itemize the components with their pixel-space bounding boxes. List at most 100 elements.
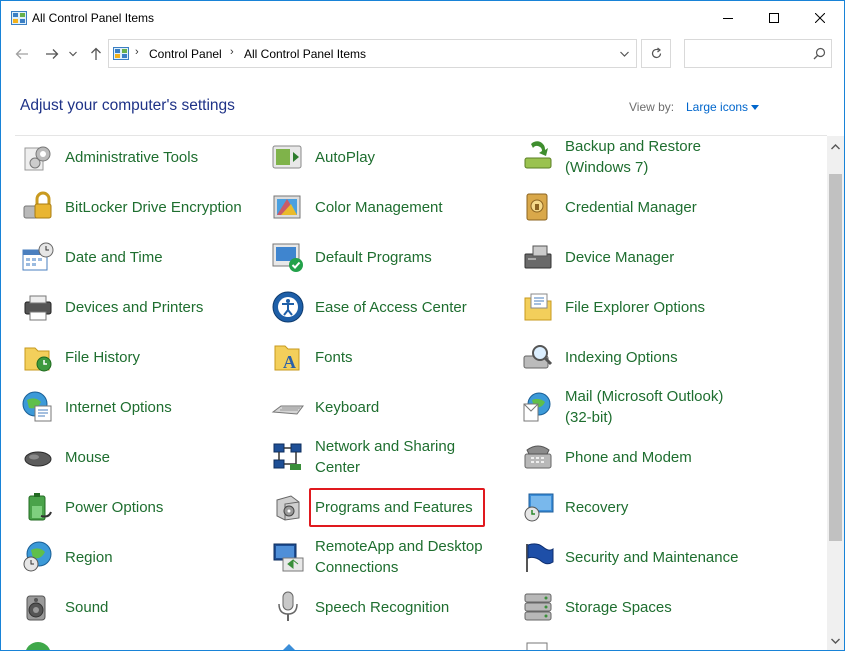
item-network-sharing[interactable]: Network and Sharing Center <box>271 432 500 482</box>
autoplay-icon <box>272 145 302 169</box>
control-panel-window: All Control Panel Items › Control Panel … <box>0 0 845 651</box>
item-label: Default Programs <box>315 248 432 266</box>
item-label: Network and Sharing Center <box>315 438 456 476</box>
item-administrative-tools[interactable]: Administrative Tools <box>21 136 198 182</box>
window-title: All Control Panel Items <box>32 11 155 25</box>
backup-restore-icon <box>524 141 552 169</box>
item-speech-recognition[interactable]: Speech Recognition <box>271 582 449 632</box>
item-color-management[interactable]: Color Management <box>271 182 443 232</box>
chevron-up-icon <box>831 143 840 149</box>
maximize-icon <box>769 13 779 23</box>
view-by-dropdown[interactable]: Large icons <box>686 100 748 114</box>
item-bitlocker[interactable]: BitLocker Drive Encryption <box>21 182 242 232</box>
item-fonts[interactable]: A Fonts <box>271 332 353 382</box>
item-label: Administrative Tools <box>65 148 199 166</box>
color-management-icon <box>273 195 301 219</box>
breadcrumb-separator-icon[interactable]: › <box>135 46 139 58</box>
file-explorer-options-icon <box>524 293 552 321</box>
maximize-button[interactable] <box>751 1 797 35</box>
item-recovery[interactable]: Recovery <box>521 482 628 532</box>
item-backup-restore[interactable]: Backup and Restore (Windows 7) <box>521 136 750 182</box>
scroll-thumb[interactable] <box>829 174 842 541</box>
sync-center-icon[interactable] <box>23 640 53 651</box>
item-security-maintenance[interactable]: Security and Maintenance <box>521 532 738 582</box>
item-region[interactable]: Region <box>21 532 113 582</box>
item-label: Device Manager <box>565 248 675 266</box>
up-button[interactable] <box>85 43 107 65</box>
network-sharing-icon <box>273 443 302 470</box>
breadcrumb-control-panel[interactable]: Control Panel <box>149 47 222 61</box>
item-label: Internet Options <box>65 398 172 416</box>
file-history-icon <box>24 347 52 372</box>
item-keyboard[interactable]: Keyboard <box>271 382 379 432</box>
item-devices-printers[interactable]: Devices and Printers <box>21 282 203 332</box>
item-credential-manager[interactable]: Credential Manager <box>521 182 697 232</box>
phone-modem-icon <box>524 445 552 469</box>
recovery-icon <box>524 493 554 522</box>
scroll-down-button[interactable] <box>827 632 844 649</box>
item-label: Color Management <box>315 198 443 216</box>
taskbar-navigation-icon[interactable] <box>523 641 551 651</box>
internet-options-icon <box>22 391 52 422</box>
item-autoplay[interactable]: AutoPlay <box>271 136 375 182</box>
item-label: Region <box>65 548 113 566</box>
default-programs-icon <box>272 243 303 272</box>
svg-text:A: A <box>283 352 296 372</box>
item-date-time[interactable]: Date and Time <box>21 232 163 282</box>
address-bar[interactable]: › Control Panel › All Control Panel Item… <box>108 39 637 68</box>
item-label: Backup and Restore (Windows 7) <box>565 138 701 176</box>
item-mail[interactable]: Mail (Microsoft Outlook) (32-bit) <box>521 382 750 432</box>
search-icon <box>813 47 826 60</box>
vertical-scrollbar[interactable] <box>827 136 844 650</box>
item-mouse[interactable]: Mouse <box>21 432 110 482</box>
item-device-manager[interactable]: Device Manager <box>521 232 674 282</box>
power-options-icon <box>28 493 52 521</box>
item-remoteapp[interactable]: RemoteApp and Desktop Connections <box>271 532 500 582</box>
item-label: Sound <box>65 598 109 616</box>
close-button[interactable] <box>797 1 843 35</box>
chevron-down-icon <box>831 638 840 644</box>
item-internet-options[interactable]: Internet Options <box>21 382 172 432</box>
breadcrumb-all-items[interactable]: All Control Panel Items <box>244 47 366 61</box>
sound-icon <box>26 595 46 621</box>
recent-locations-button[interactable] <box>65 43 81 65</box>
search-input[interactable] <box>684 39 832 68</box>
control-panel-items-grid: Administrative Tools AutoPlay Backup and… <box>1 136 827 651</box>
minimize-icon <box>723 18 733 19</box>
item-label: Power Options <box>65 498 164 516</box>
navigation-bar: › Control Panel › All Control Panel Item… <box>1 35 844 73</box>
refresh-button[interactable] <box>641 39 671 68</box>
page-title: Adjust your computer's settings <box>20 97 235 114</box>
item-indexing-options[interactable]: Indexing Options <box>521 332 678 382</box>
back-button[interactable] <box>11 43 33 65</box>
system-icon[interactable] <box>275 642 303 651</box>
item-sound[interactable]: Sound <box>21 582 108 632</box>
address-dropdown-button[interactable] <box>614 46 634 62</box>
item-label: Credential Manager <box>565 198 697 216</box>
indexing-options-icon <box>523 345 553 369</box>
item-file-history[interactable]: File History <box>21 332 140 382</box>
admin-tools-icon <box>24 146 51 171</box>
item-file-explorer-options[interactable]: File Explorer Options <box>521 282 705 332</box>
bitlocker-icon <box>23 191 52 219</box>
forward-button[interactable] <box>41 43 63 65</box>
programs-features-icon <box>276 495 300 521</box>
storage-spaces-icon <box>524 593 552 621</box>
mouse-icon <box>24 451 52 467</box>
scroll-up-button[interactable] <box>827 138 844 155</box>
item-ease-of-access[interactable]: Ease of Access Center <box>271 282 467 332</box>
devices-printers-icon <box>24 295 52 321</box>
speech-recognition-icon <box>278 591 298 621</box>
item-default-programs[interactable]: Default Programs <box>271 232 432 282</box>
item-power-options[interactable]: Power Options <box>21 482 163 532</box>
item-storage-spaces[interactable]: Storage Spaces <box>521 582 672 632</box>
item-label: BitLocker Drive Encryption <box>65 198 242 216</box>
close-icon <box>815 13 825 23</box>
minimize-button[interactable] <box>705 1 751 35</box>
title-bar[interactable]: All Control Panel Items <box>1 1 844 35</box>
item-phone-modem[interactable]: Phone and Modem <box>521 432 692 482</box>
device-manager-icon <box>524 245 552 269</box>
view-by-caret-icon[interactable] <box>751 105 759 110</box>
breadcrumb-separator-icon[interactable]: › <box>230 46 234 58</box>
remoteapp-icon <box>273 543 304 572</box>
